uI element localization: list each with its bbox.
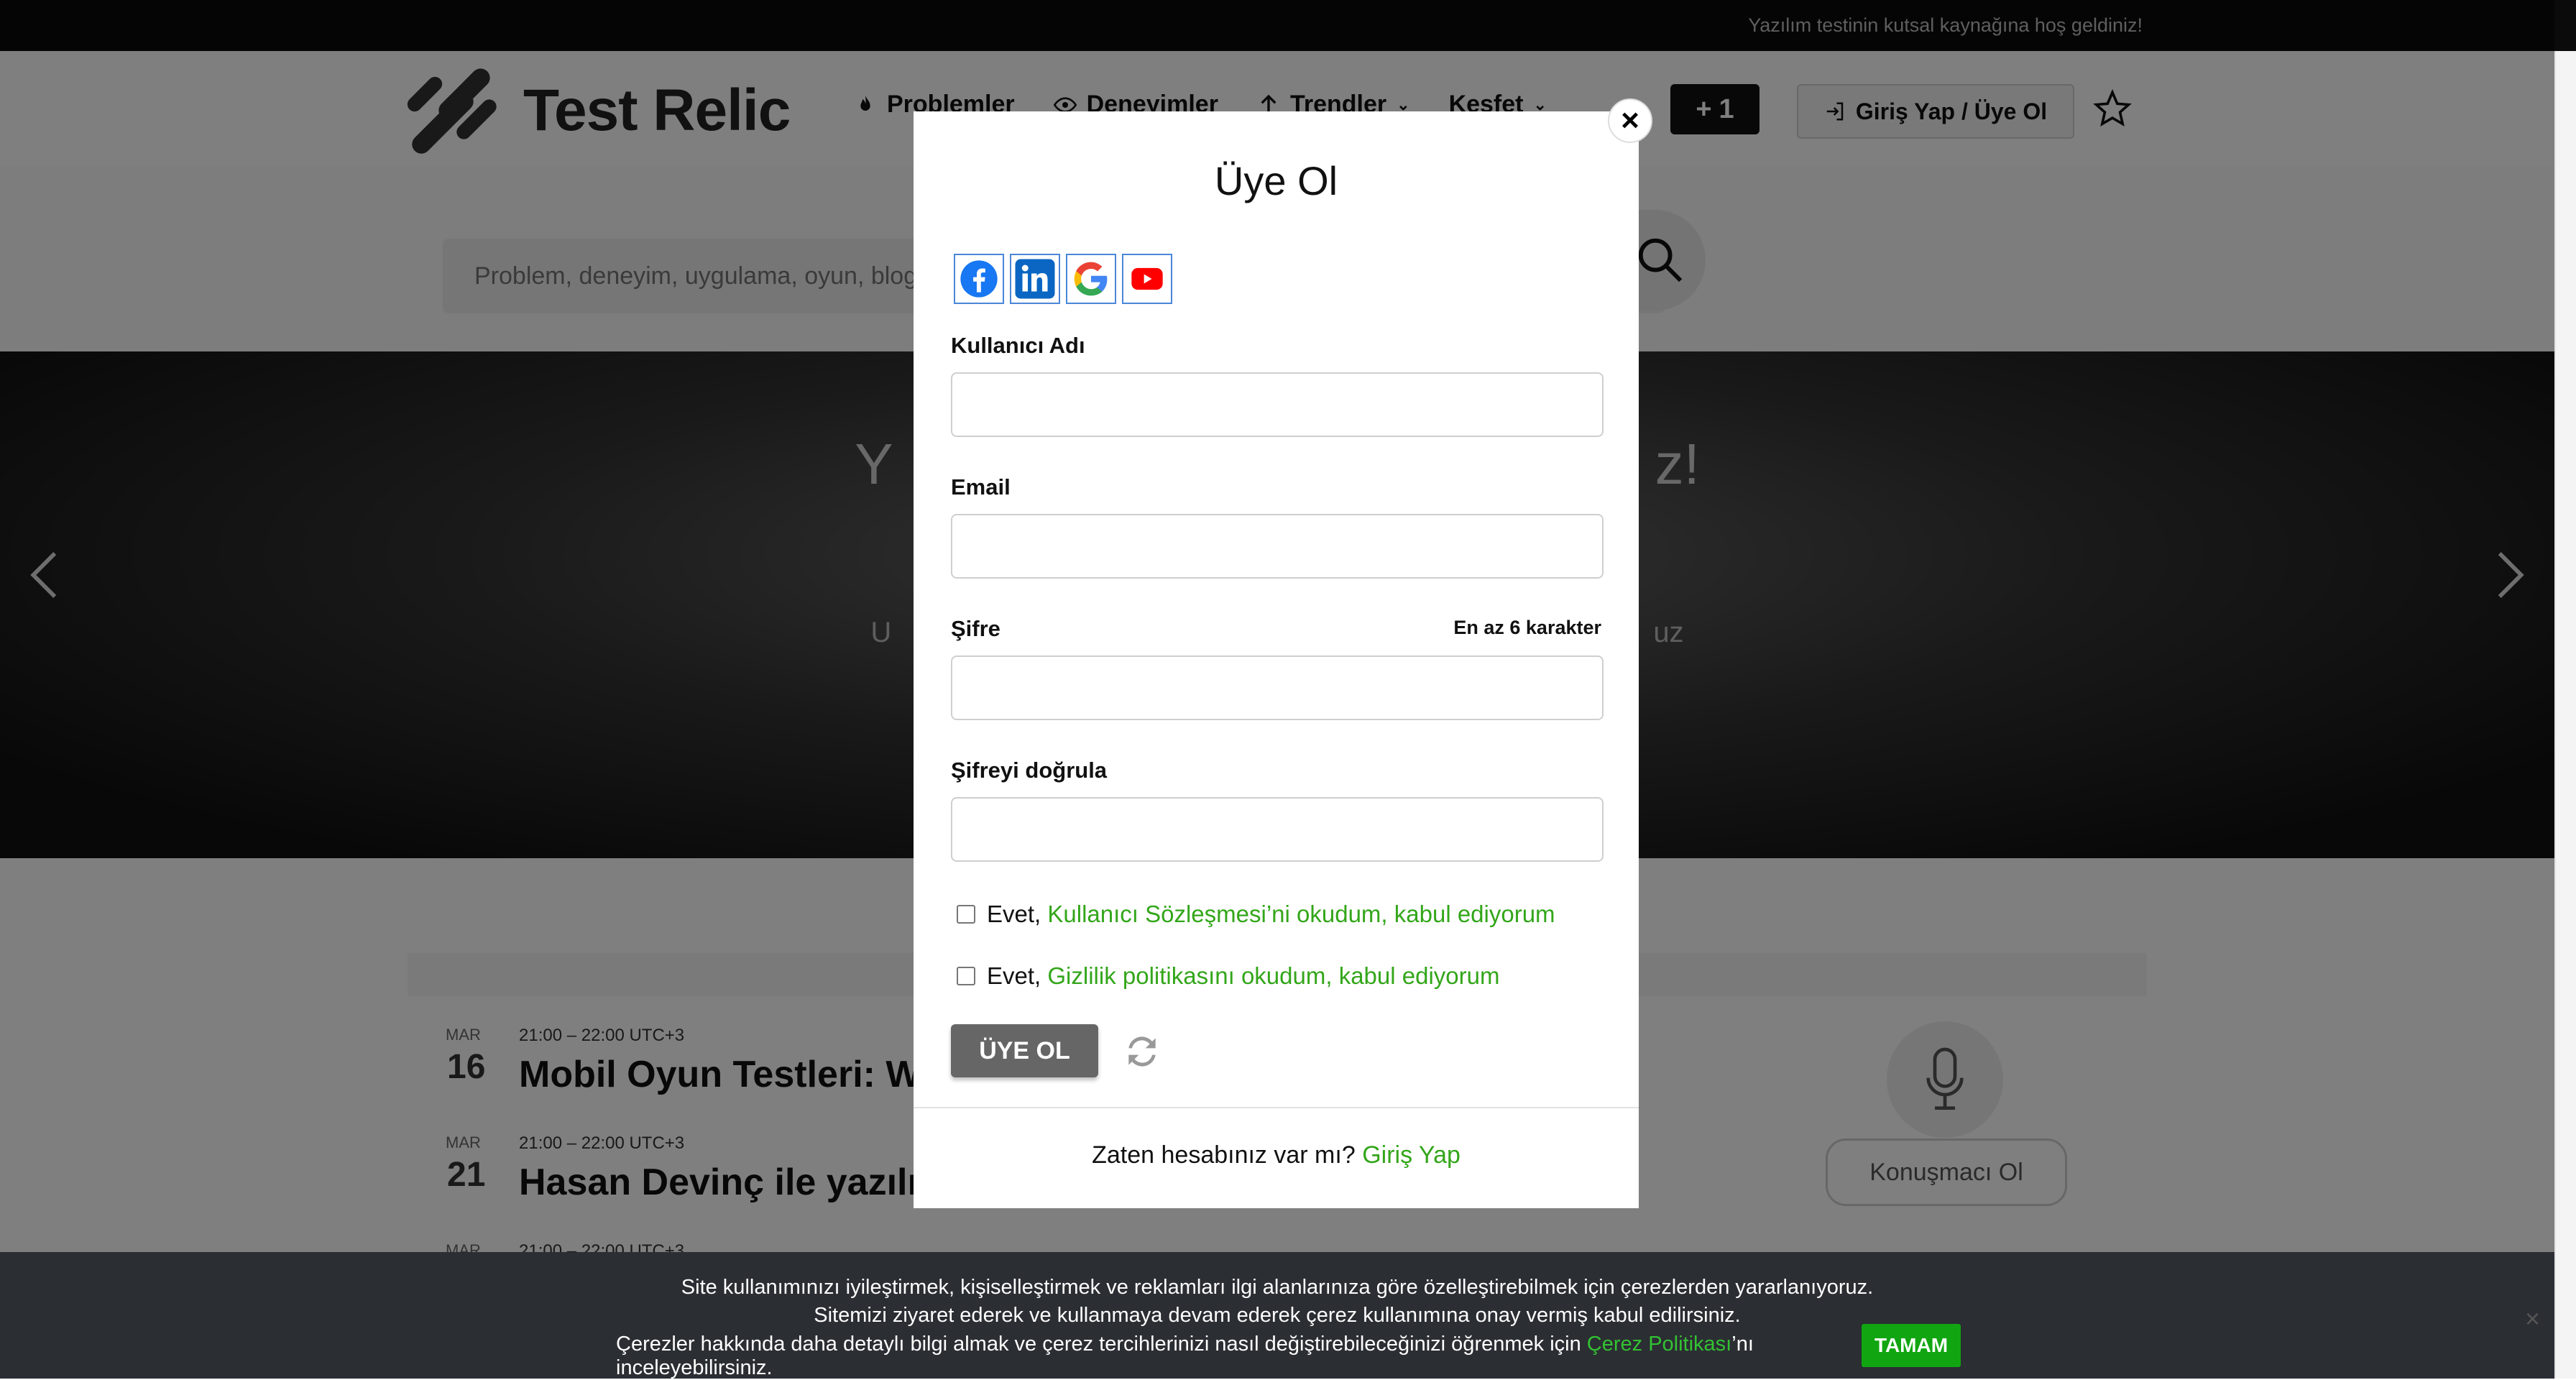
terms-prefix: Evet,	[987, 901, 1041, 927]
terms-checkbox[interactable]	[957, 905, 975, 924]
google-login-button[interactable]	[1066, 254, 1116, 304]
facebook-icon	[960, 260, 998, 298]
cookie-close-icon[interactable]: ×	[2525, 1304, 2540, 1334]
cookie-banner: Site kullanımınızı iyileştirmek, kişisel…	[0, 1252, 2554, 1379]
cookie-line-2: Sitemizi ziyaret ederek ve kullanmaya de…	[814, 1304, 1741, 1327]
modal-close-button[interactable]: ×	[1608, 98, 1652, 143]
modal-title: Üye Ol	[1214, 158, 1338, 203]
social-login-buttons	[954, 254, 1172, 304]
email-label: Email	[951, 474, 1011, 500]
cookie-line-3-prefix: Çerezler hakkında daha detaylı bilgi alm…	[616, 1333, 1581, 1356]
youtube-login-button[interactable]	[1122, 254, 1172, 304]
password-hint: En az 6 karakter	[1453, 617, 1601, 638]
linkedin-icon	[1015, 259, 1055, 299]
cookie-policy-link[interactable]: Çerez Politikası	[1587, 1333, 1731, 1356]
facebook-login-button[interactable]	[954, 254, 1004, 304]
youtube-icon	[1131, 267, 1163, 290]
google-icon	[1074, 262, 1108, 296]
page-scrollbar[interactable]	[2554, 51, 2576, 1379]
login-link[interactable]: Giriş Yap	[1362, 1141, 1460, 1169]
terms-checkbox-row[interactable]: Evet, Kullanıcı Sözleşmesi’ni okudum, ka…	[957, 901, 1555, 928]
privacy-text: Evet, Gizlilik politikasını okudum, kabu…	[987, 962, 1499, 990]
password-field[interactable]	[951, 656, 1604, 720]
signup-submit-button[interactable]: ÜYE OL	[951, 1024, 1098, 1077]
username-label: Kullanıcı Adı	[951, 333, 1085, 358]
cookie-accept-button[interactable]: TAMAM	[1862, 1324, 1961, 1367]
confirm-password-field[interactable]	[951, 797, 1604, 862]
refresh-icon[interactable]	[1122, 1031, 1162, 1072]
privacy-checkbox[interactable]	[957, 967, 975, 985]
username-field[interactable]	[951, 372, 1604, 437]
existing-account-prompt: Zaten hesabınız var mı?	[1092, 1141, 1356, 1169]
cookie-line-3: Çerezler hakkında daha detaylı bilgi alm…	[616, 1333, 1852, 1380]
privacy-prefix: Evet,	[987, 962, 1041, 989]
terms-text: Evet, Kullanıcı Sözleşmesi’ni okudum, ka…	[987, 901, 1555, 928]
linkedin-login-button[interactable]	[1010, 254, 1060, 304]
email-field[interactable]	[951, 514, 1604, 579]
existing-account-text: Zaten hesabınız var mı? Giriş Yap	[914, 1141, 1639, 1169]
privacy-checkbox-row[interactable]: Evet, Gizlilik politikasını okudum, kabu…	[957, 962, 1499, 990]
confirm-password-label: Şifreyi doğrula	[951, 758, 1108, 783]
terms-link[interactable]: Kullanıcı Sözleşmesi’ni okudum, kabul ed…	[1047, 901, 1555, 927]
signup-modal: Üye Ol Kullanıcı Adı Email Şifre En az 6…	[914, 111, 1639, 1208]
password-label: Şifre	[951, 616, 1000, 641]
modal-divider	[914, 1107, 1639, 1108]
privacy-link[interactable]: Gizlilik politikasını okudum, kabul ediy…	[1047, 962, 1499, 989]
cookie-line-1: Site kullanımınızı iyileştirmek, kişisel…	[681, 1276, 1874, 1299]
